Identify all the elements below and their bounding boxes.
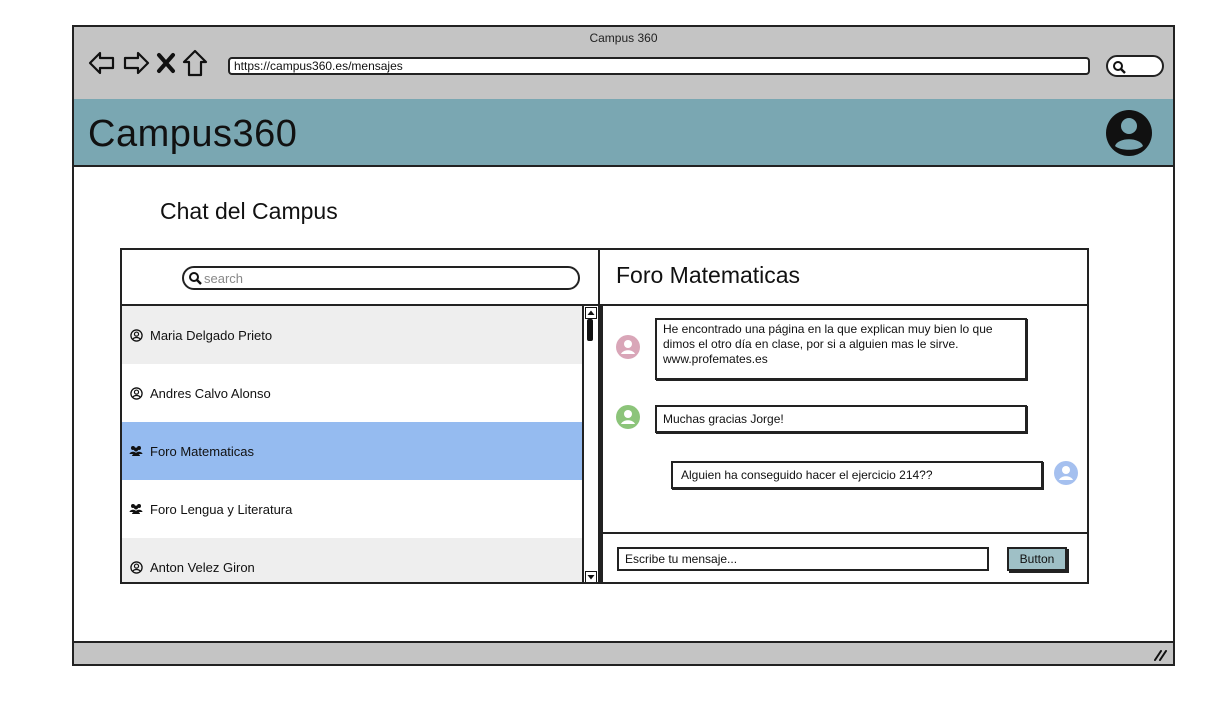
chat-title: Foro Matematicas <box>616 262 801 288</box>
forward-arrow-icon[interactable] <box>122 50 150 76</box>
contact-label: Foro Matematicas <box>150 443 255 459</box>
message-avatar-icon <box>616 405 640 429</box>
chat-header: Foro Matematicas <box>600 250 1087 306</box>
user-avatar-icon[interactable] <box>1105 109 1153 162</box>
group-icon <box>128 501 144 517</box>
contact-item-andres-calvo-alonso[interactable]: Andres Calvo Alonso <box>122 364 584 422</box>
contact-label: Andres Calvo Alonso <box>150 385 271 401</box>
user-circle-icon <box>128 385 144 401</box>
browser-statusbar <box>72 641 1175 666</box>
url-bar[interactable]: https://campus360.es/mensajes <box>228 57 1090 75</box>
brand-logo[interactable]: Campus360 <box>88 113 297 156</box>
chat-input-row: Button <box>600 534 1087 584</box>
contact-item-anton-velez-giron[interactable]: Anton Velez Giron <box>122 538 584 582</box>
message-bubble: He encontrado una página en la que expli… <box>655 318 1027 380</box>
browser-search-button[interactable] <box>1106 55 1164 77</box>
search-icon <box>189 272 202 285</box>
home-icon[interactable] <box>182 49 208 77</box>
message-input[interactable] <box>617 547 989 571</box>
contact-label: Foro Lengua y Literatura <box>150 501 293 517</box>
scroll-down-arrow-icon[interactable] <box>585 571 597 583</box>
close-x-icon[interactable] <box>156 52 176 74</box>
user-circle-icon <box>128 327 144 343</box>
scroll-up-arrow-icon[interactable] <box>585 307 597 319</box>
contact-item-maria-delgado-prieto[interactable]: Maria Delgado Prieto <box>122 306 584 364</box>
chat-panel: Foro Matematicas He encontrado una págin… <box>600 248 1089 584</box>
message-bubble: Muchas gracias Jorge! <box>655 405 1027 433</box>
message-avatar-icon <box>616 335 640 359</box>
user-circle-icon <box>128 559 144 575</box>
back-arrow-icon[interactable] <box>88 50 116 76</box>
contact-label: Anton Velez Giron <box>150 559 255 575</box>
search-input[interactable] <box>204 270 564 286</box>
contacts-panel: Maria Delgado Prieto Andres Calvo Alonso… <box>120 248 600 584</box>
chat-messages: He encontrado una página en la que expli… <box>600 306 1087 534</box>
contacts-search-area <box>122 250 598 306</box>
resize-grip-icon[interactable] <box>1153 649 1167 661</box>
group-icon <box>128 443 144 459</box>
window-title: Campus 360 <box>589 31 658 45</box>
search-icon <box>1113 61 1126 74</box>
contacts-search[interactable] <box>182 266 580 290</box>
app-header: Campus360 <box>74 99 1173 167</box>
contact-item-foro-lengua-y-literatura[interactable]: Foro Lengua y Literatura <box>122 480 584 538</box>
send-button[interactable]: Button <box>1007 547 1067 571</box>
contact-item-foro-matematicas[interactable]: Foro Matematicas <box>122 422 584 480</box>
message-bubble: Alguien ha conseguido hacer el ejercicio… <box>671 461 1043 489</box>
contact-list: Maria Delgado Prieto Andres Calvo Alonso… <box>122 306 584 582</box>
message-avatar-icon <box>1054 461 1078 485</box>
browser-nav <box>88 49 208 77</box>
browser-titlebar: Campus 360 https://campus360.es/mensajes <box>74 27 1173 101</box>
page-title: Chat del Campus <box>160 198 338 224</box>
scroll-thumb[interactable] <box>587 319 593 341</box>
contact-label: Maria Delgado Prieto <box>150 327 273 343</box>
contacts-scrollbar[interactable] <box>582 306 598 583</box>
